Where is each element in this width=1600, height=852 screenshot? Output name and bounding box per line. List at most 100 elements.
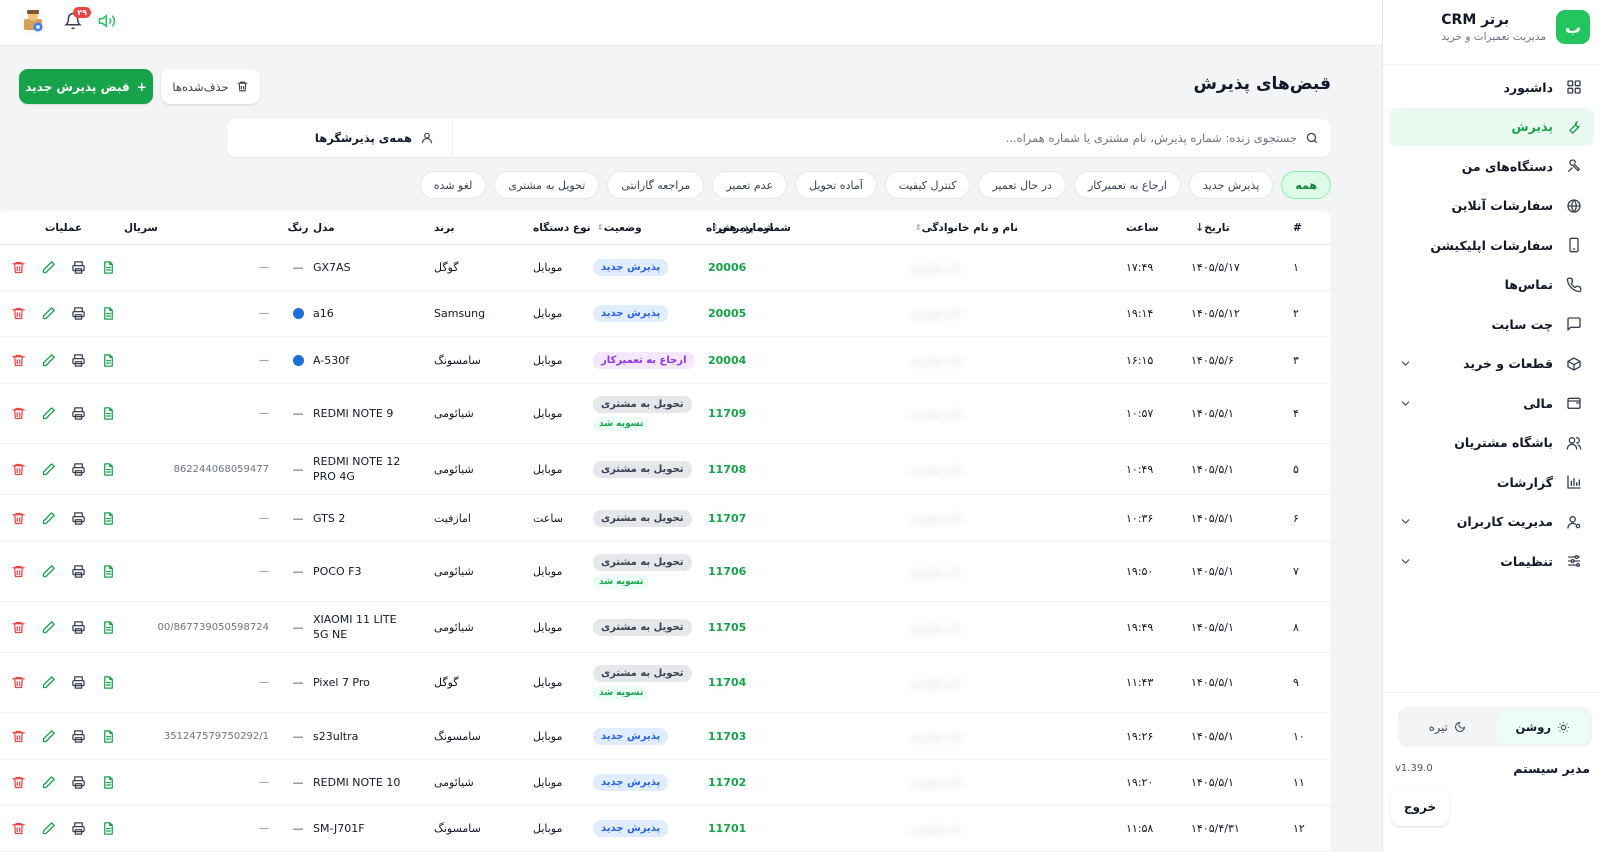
edit-icon[interactable]: [40, 305, 58, 323]
cell-receipt-no[interactable]: 11709: [708, 384, 803, 443]
filter-chip[interactable]: در حال تعمیر: [978, 171, 1066, 199]
theme-light-button[interactable]: روشن: [1496, 710, 1589, 744]
col-date[interactable]: تاریخ ↓: [1191, 211, 1279, 244]
filter-chip[interactable]: مراجعه گارانتی: [607, 171, 705, 199]
notifications-button[interactable]: ۲۹: [64, 7, 91, 30]
delete-icon[interactable]: [10, 259, 28, 277]
table-row[interactable]: ۵ ۱۴۰۵/۵/۱ ۱۰:۴۹ نام مشتری ۰۹۱۲۰۰۰۰۰۰۰ 11708 ت…: [0, 444, 1331, 495]
delete-icon[interactable]: [10, 618, 28, 636]
receivers-filter[interactable]: همه‌ی پذیرشگرها: [227, 119, 453, 157]
table-row[interactable]: ۱۱ ۱۴۰۵/۵/۱ ۱۹:۲۰ نام مشتری ۰۹۱۲۰۰۰۰۰۰۰ 11702…: [0, 760, 1331, 806]
cell-receipt-no[interactable]: 20006: [708, 245, 803, 290]
delete-icon[interactable]: [10, 563, 28, 581]
edit-icon[interactable]: [40, 674, 58, 692]
table-row[interactable]: ۶ ۱۴۰۵/۵/۱ ۱۰:۳۶ نام مشتری ۰۹۱۲۰۰۰۰۰۰۰ 11707 ت…: [0, 495, 1331, 542]
cell-receipt-no[interactable]: 20005: [708, 291, 803, 336]
cell-receipt-no[interactable]: 20004: [708, 337, 803, 383]
sidebar-item-2[interactable]: پذیرش: [1389, 107, 1594, 146]
document-icon[interactable]: [100, 351, 118, 369]
print-icon[interactable]: [70, 305, 88, 323]
delete-icon[interactable]: [10, 509, 28, 527]
document-icon[interactable]: [100, 820, 118, 838]
print-icon[interactable]: [70, 727, 88, 745]
print-icon[interactable]: [70, 460, 88, 478]
document-icon[interactable]: [100, 727, 118, 745]
filter-chip[interactable]: تحویل به مشتری: [494, 171, 600, 199]
sidebar-item-7[interactable]: چت سایت: [1389, 305, 1594, 343]
print-icon[interactable]: [70, 351, 88, 369]
col-receipt-no[interactable]: شماره پذیرش ⇕: [708, 211, 803, 244]
cell-receipt-no[interactable]: 11706: [708, 542, 803, 601]
edit-icon[interactable]: [40, 351, 58, 369]
sidebar-item-10[interactable]: باشگاه مشتریان: [1389, 424, 1594, 462]
print-icon[interactable]: [70, 563, 88, 581]
print-icon[interactable]: [70, 405, 88, 423]
logout-button[interactable]: خروج: [1391, 788, 1449, 826]
edit-icon[interactable]: [40, 563, 58, 581]
cell-receipt-no[interactable]: 11704: [708, 653, 803, 712]
delete-icon[interactable]: [10, 460, 28, 478]
cell-receipt-no[interactable]: 11703: [708, 713, 803, 759]
filter-chip[interactable]: ارجاع به تعمیرکار: [1073, 171, 1181, 199]
edit-icon[interactable]: [40, 774, 58, 792]
avatar[interactable]: [18, 6, 48, 36]
sidebar-item-9[interactable]: مالی: [1389, 384, 1594, 422]
table-row[interactable]: ۸ ۱۴۰۵/۵/۱ ۱۹:۴۹ نام مشتری ۰۹۱۲۰۰۰۰۰۰۰ 11705 ت…: [0, 602, 1331, 653]
cell-receipt-no[interactable]: 11702: [708, 760, 803, 805]
delete-icon[interactable]: [10, 674, 28, 692]
document-icon[interactable]: [100, 405, 118, 423]
delete-icon[interactable]: [10, 727, 28, 745]
filter-chip[interactable]: عدم تعمیر: [712, 171, 788, 199]
edit-icon[interactable]: [40, 618, 58, 636]
sidebar-item-8[interactable]: قطعات و خرید: [1389, 345, 1594, 383]
table-row[interactable]: ۱۰ ۱۴۰۵/۵/۱ ۱۹:۲۶ نام مشتری ۰۹۱۲۰۰۰۰۰۰۰ 11703…: [0, 713, 1331, 760]
table-row[interactable]: ۴ ۱۴۰۵/۵/۱ ۱۰:۵۷ نام مشتری ۰۹۱۲۰۰۰۰۰۰۰ 11709 ت…: [0, 384, 1331, 444]
table-row[interactable]: ۲ ۱۴۰۵/۵/۱۲ ۱۹:۱۴ نام مشتری ۰۹۱۲۰۰۰۰۰۰۰ 20005…: [0, 291, 1331, 337]
delete-icon[interactable]: [10, 820, 28, 838]
cell-receipt-no[interactable]: 11707: [708, 495, 803, 541]
sidebar-item-5[interactable]: سفارشات اپلیکیشن: [1389, 226, 1594, 264]
sidebar-item-4[interactable]: سفارشات آنلاین: [1389, 187, 1594, 225]
sidebar-item-1[interactable]: داشبورد: [1389, 68, 1594, 106]
table-row[interactable]: ۱ ۱۴۰۵/۵/۱۷ ۱۷:۴۹ نام مشتری ۰۹۱۲۰۰۰۰۰۰۰ 20006…: [0, 245, 1331, 291]
sidebar-item-3[interactable]: دستگاه‌های من: [1389, 147, 1594, 185]
search-input[interactable]: [451, 131, 1297, 145]
table-row[interactable]: ۳ ۱۴۰۵/۵/۶ ۱۶:۱۵ نام مشتری ۰۹۱۲۰۰۰۰۰۰۰ 20004 ا…: [0, 337, 1331, 384]
sidebar-item-13[interactable]: تنظیمات: [1389, 542, 1594, 580]
edit-icon[interactable]: [40, 259, 58, 277]
sound-button[interactable]: [98, 12, 116, 30]
filter-chip[interactable]: پذیرش جدید: [1189, 171, 1274, 199]
cell-receipt-no[interactable]: 11701: [708, 806, 803, 851]
edit-icon[interactable]: [40, 460, 58, 478]
sidebar-item-11[interactable]: گزارشات: [1389, 463, 1594, 501]
print-icon[interactable]: [70, 618, 88, 636]
edit-icon[interactable]: [40, 820, 58, 838]
delete-icon[interactable]: [10, 774, 28, 792]
delete-icon[interactable]: [10, 405, 28, 423]
filter-chip[interactable]: آماده تحویل: [795, 171, 877, 199]
cell-receipt-no[interactable]: 11708: [708, 444, 803, 494]
print-icon[interactable]: [70, 259, 88, 277]
print-icon[interactable]: [70, 509, 88, 527]
table-row[interactable]: ۱۲ ۱۴۰۵/۴/۳۱ ۱۱:۵۸ نام مشتری ۰۹۱۲۰۰۰۰۰۰۰ 1170…: [0, 806, 1331, 852]
table-row[interactable]: ۹ ۱۴۰۵/۵/۱ ۱۱:۴۳ نام مشتری ۰۹۱۲۰۰۰۰۰۰۰ 11704 ت…: [0, 653, 1331, 713]
document-icon[interactable]: [100, 460, 118, 478]
col-name[interactable]: نام و نام خانوادگی ⇕: [911, 211, 1141, 244]
delete-icon[interactable]: [10, 305, 28, 323]
print-icon[interactable]: [70, 674, 88, 692]
filter-chip[interactable]: لغو شده: [419, 171, 487, 199]
table-row[interactable]: ۷ ۱۴۰۵/۵/۱ ۱۹:۵۰ نام مشتری ۰۹۱۲۰۰۰۰۰۰۰ 11706 ت…: [0, 542, 1331, 602]
print-icon[interactable]: [70, 820, 88, 838]
delete-icon[interactable]: [10, 351, 28, 369]
cell-receipt-no[interactable]: 11705: [708, 602, 803, 652]
print-icon[interactable]: [70, 774, 88, 792]
filter-chip[interactable]: کنترل کیفیت: [884, 171, 971, 199]
sidebar-item-6[interactable]: تماس‌ها: [1389, 266, 1594, 304]
edit-icon[interactable]: [40, 727, 58, 745]
edit-icon[interactable]: [40, 509, 58, 527]
document-icon[interactable]: [100, 259, 118, 277]
col-status[interactable]: وضعیت ⇕: [593, 211, 703, 244]
document-icon[interactable]: [100, 563, 118, 581]
filter-chip[interactable]: همه: [1281, 171, 1331, 199]
document-icon[interactable]: [100, 618, 118, 636]
